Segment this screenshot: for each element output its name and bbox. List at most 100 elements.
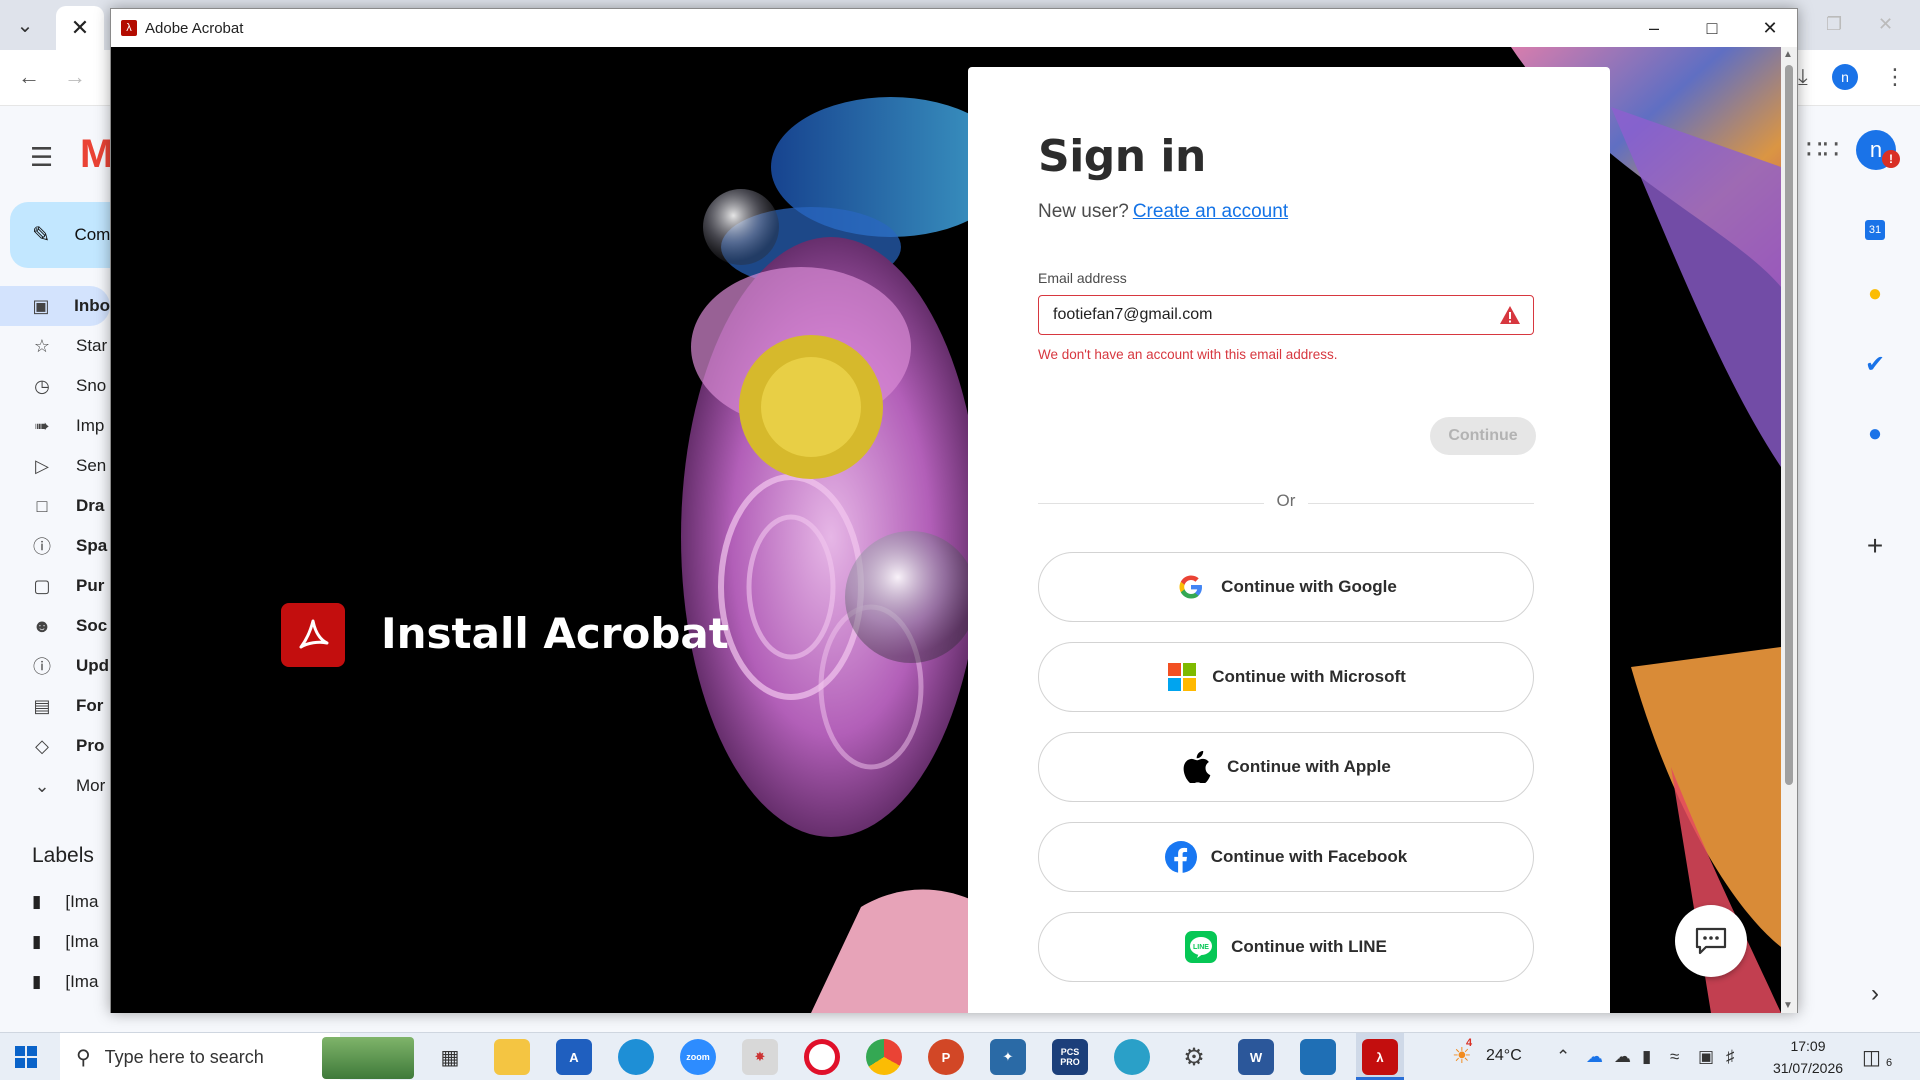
expand-panel-icon[interactable]: › [1830, 980, 1920, 1008]
label-icon: ▮ [32, 932, 42, 951]
tab-search-button[interactable]: ⌄ [8, 8, 42, 42]
continue-button[interactable]: Continue [1430, 417, 1536, 455]
file-explorer-icon[interactable] [494, 1039, 530, 1075]
settings-icon[interactable]: ⚙ [1176, 1039, 1212, 1075]
edge-icon[interactable] [618, 1039, 654, 1075]
nav-label: Dra [76, 496, 105, 515]
scrollbar-thumb[interactable] [1785, 65, 1793, 785]
nav-item-more[interactable]: ⌄ Mor [0, 766, 110, 806]
opera-icon[interactable] [804, 1039, 840, 1075]
signin-title: Sign in [1038, 131, 1206, 182]
nav-item-inbox[interactable]: ▣ Inbo [0, 286, 110, 326]
main-menu-icon[interactable]: ☰ [30, 142, 53, 173]
pcs-pro-icon[interactable]: PCS PRO [1052, 1039, 1088, 1075]
search-highlight-image[interactable] [322, 1037, 414, 1079]
gmail-nav: ▣ Inbo ☆ Star ◷ Sno ➠ Imp ▷ Sen □ Dra ⓘ Spa ▢ Pu… [0, 286, 110, 806]
clock[interactable]: 17:09 31/07/2026 [1770, 1035, 1846, 1079]
nav-label: Sno [76, 376, 107, 395]
email-field[interactable]: footiefan7@gmail.com [1038, 295, 1534, 335]
browser-profile-avatar[interactable]: n [1832, 64, 1858, 90]
tasks-icon[interactable]: ✔ [1830, 350, 1920, 379]
nav-item-updates[interactable]: ⓘ Upd [0, 646, 110, 686]
new-user-text: New user? Create an account [1038, 201, 1288, 223]
label-item[interactable]: ▮ [Ima [32, 882, 98, 922]
terminal-icon[interactable] [1300, 1039, 1336, 1075]
onedrive-icon[interactable]: ☁ [1586, 1047, 1603, 1067]
windows-start-icon[interactable] [14, 1045, 38, 1069]
nav-item-sent[interactable]: ▷ Sen [0, 446, 110, 486]
nav-label: Sen [76, 456, 107, 475]
spam-icon: ⓘ [33, 537, 51, 557]
nav-label: Star [76, 336, 108, 355]
weather-temperature[interactable]: 24°C [1486, 1047, 1522, 1065]
browser-menu-icon[interactable]: ⋮ [1884, 64, 1906, 90]
close-icon[interactable]: ✕ [1741, 9, 1799, 47]
facebook-icon [1164, 841, 1197, 873]
acrobat-scrollbar[interactable]: ▲ ▼ [1781, 47, 1797, 1013]
nav-item-social[interactable]: ☻ Soc [0, 606, 110, 646]
inbox-icon: ▣ [32, 295, 50, 316]
continue-with-facebook-button[interactable]: Continue with Facebook [1038, 822, 1534, 892]
task-view-icon[interactable]: ▦ [432, 1039, 468, 1075]
continue-with-google-button[interactable]: Continue with Google [1038, 552, 1534, 622]
nav-item-drafts[interactable]: □ Dra [0, 486, 110, 526]
label-item[interactable]: ▮ [Ima [32, 922, 98, 962]
back-icon[interactable]: ← [18, 64, 40, 90]
word-icon[interactable]: W [1238, 1039, 1274, 1075]
nav-label: Upd [76, 656, 110, 675]
label-icon: ▮ [32, 972, 42, 991]
forward-icon[interactable]: → [64, 64, 86, 90]
label-item[interactable]: ▮ [Ima [32, 962, 98, 1002]
calendar-icon[interactable]: 31 [1830, 212, 1920, 240]
download-icon[interactable]: ⤓ [1798, 64, 1808, 90]
nav-item-forums[interactable]: ▤ For [0, 686, 110, 726]
app-a-icon[interactable]: A [556, 1039, 592, 1075]
minimize-icon[interactable]: – [1625, 9, 1683, 47]
acrobat-taskbar-icon[interactable]: λ [1362, 1039, 1398, 1075]
browser-tab-close[interactable]: ✕ [56, 6, 104, 50]
paint-icon[interactable]: ✸ [742, 1039, 778, 1075]
keep-icon[interactable]: ● [1830, 280, 1920, 308]
window-title: Adobe Acrobat [145, 19, 244, 37]
gmail-side-panel: 31 ● ✔ ● + › [1830, 190, 1920, 1010]
zoom-icon[interactable]: zoom [680, 1039, 716, 1075]
notifications-icon[interactable]: ◫ [1862, 1045, 1881, 1070]
label-important-icon: ➠ [34, 415, 50, 436]
powerpoint-pdf-icon[interactable]: P [928, 1039, 964, 1075]
nav-item-promotions[interactable]: ◇ Pro [0, 726, 110, 766]
nav-item-starred[interactable]: ☆ Star [0, 326, 110, 366]
network-icon[interactable]: ▣ [1698, 1047, 1714, 1067]
calendar-day: 31 [1865, 220, 1885, 240]
show-hidden-icons[interactable]: ⌃ [1556, 1047, 1570, 1067]
add-addon-icon[interactable]: + [1830, 530, 1920, 562]
chrome-icon[interactable] [866, 1039, 902, 1075]
continue-with-apple-button[interactable]: Continue with Apple [1038, 732, 1534, 802]
contacts-icon[interactable]: ● [1830, 420, 1920, 448]
battery-icon[interactable]: ▮ [1642, 1047, 1651, 1067]
browser-close-icon[interactable]: ✕ [1878, 14, 1893, 35]
continue-with-line-button[interactable]: LINE Continue with LINE [1038, 912, 1534, 982]
google-apps-icon[interactable]: ∷∷ [1806, 134, 1839, 165]
volume-muted-icon[interactable]: ♯ [1726, 1047, 1735, 1067]
gmail-logo[interactable]: M [80, 132, 110, 177]
cloud-sync-icon[interactable]: ☁ [1614, 1047, 1631, 1067]
nav-item-important[interactable]: ➠ Imp [0, 406, 110, 446]
nav-item-snoozed[interactable]: ◷ Sno [0, 366, 110, 406]
browser-restore-icon[interactable]: ❐ [1826, 14, 1842, 35]
acrobat-app-icon: λ [121, 20, 137, 36]
create-account-link[interactable]: Create an account [1133, 201, 1288, 222]
nav-item-spam[interactable]: ⓘ Spa [0, 526, 110, 566]
email-value[interactable]: footiefan7@gmail.com [1053, 306, 1212, 324]
wifi-icon[interactable]: ≈ [1670, 1047, 1679, 1067]
compose-button[interactable]: ✎ Com [10, 202, 110, 268]
taskbar-search[interactable]: ⚲ Type here to search [60, 1033, 340, 1080]
clock-icon: ◷ [34, 375, 50, 396]
scroll-down-icon[interactable]: ▼ [1783, 1000, 1793, 1011]
chat-support-button[interactable] [1675, 905, 1747, 977]
nav-item-purchases[interactable]: ▢ Pur [0, 566, 110, 606]
continue-with-microsoft-button[interactable]: Continue with Microsoft [1038, 642, 1534, 712]
pen-app-icon[interactable]: ✦ [990, 1039, 1026, 1075]
maximize-icon[interactable]: □ [1683, 9, 1741, 47]
edge-alt-icon[interactable] [1114, 1039, 1150, 1075]
scroll-up-icon[interactable]: ▲ [1783, 49, 1793, 60]
